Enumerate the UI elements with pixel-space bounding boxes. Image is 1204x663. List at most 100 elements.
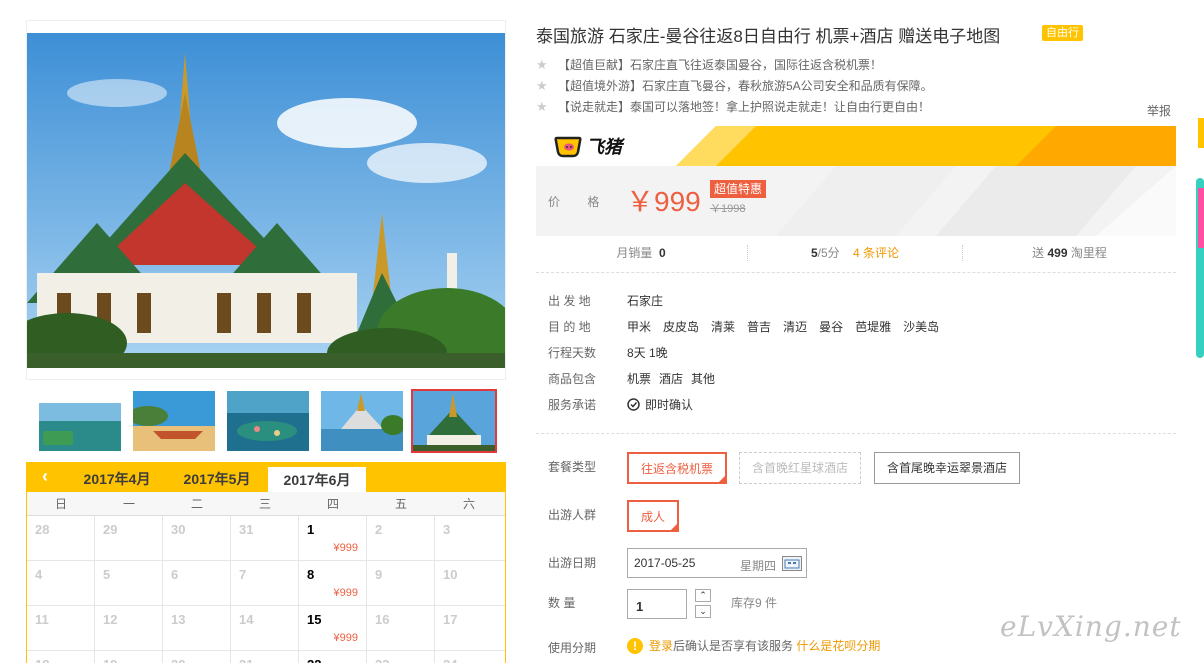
quantity-decrease-icon[interactable]: ⌄ (695, 605, 711, 618)
fliggy-logo: 飞猪 (554, 133, 622, 159)
calendar-day-cell[interactable]: 22¥999 (299, 651, 367, 663)
report-link[interactable]: 举报 (1147, 102, 1171, 119)
calendar-day-number: 18 (35, 657, 49, 663)
price-label: 价 格 (548, 195, 612, 209)
calendar-day-number: 21 (239, 657, 253, 663)
calendar-day-cell: 20 (163, 651, 231, 663)
calendar-day-number: 29 (103, 522, 118, 537)
thumbnail-3[interactable] (225, 389, 311, 453)
calendar-day-number: 31 (239, 522, 254, 537)
calendar-day-number: 4 (35, 567, 43, 582)
what-is-installment-link[interactable]: 什么是花呗分期 (796, 637, 880, 654)
brand-name: 飞猪 (586, 137, 622, 157)
calendar-day-number: 14 (239, 612, 254, 627)
calendar-day-cell: 29 (95, 516, 163, 561)
quantity-increase-icon[interactable]: ⌃ (695, 589, 711, 602)
travelers-label: 出游人群 (548, 508, 597, 522)
check-circle-icon (627, 398, 640, 411)
calendar-day-number: 22 (307, 657, 321, 663)
destination-item: 曼谷 (819, 320, 844, 334)
includes-item: 酒店 (659, 372, 684, 386)
calendar-month-tab-active[interactable]: 2017年6月 (267, 466, 367, 492)
thumbnail-1[interactable] (37, 389, 123, 453)
calendar-day-number: 13 (171, 612, 186, 627)
star-icon: ★ (536, 57, 548, 72)
thumbnail-4[interactable] (319, 389, 405, 453)
quantity-input[interactable]: 1 (627, 589, 687, 619)
calendar-day-cell: 2 (367, 516, 435, 561)
product-title: 泰国旅游 石家庄-曼谷往返8日自由行 机票+酒店 赠送电子地图 (536, 27, 1001, 46)
calendar-day-cell: 21 (231, 651, 299, 663)
departure-value: 石家庄 (627, 294, 664, 308)
calendar-day-price: ¥999 (333, 632, 358, 644)
calendar-header: ‹ 2017年4月 2017年5月 2017年6月 (27, 462, 505, 492)
calendar-day-number: 5 (103, 567, 111, 582)
feature-item: ★ 【说走就走】泰国可以落地签！拿上护照说走就走！让自由行更自由！ (536, 98, 930, 115)
feature-text: 【超值巨献】石家庄直飞往返泰国曼谷，国际往返含税机票！ (558, 58, 883, 72)
calendar-prev-icon[interactable]: ‹ (37, 466, 53, 486)
weekday-label: 三 (258, 497, 271, 511)
travelers-option-adult[interactable]: 成人 (627, 500, 680, 532)
calendar-day-cell[interactable]: 1 ¥999 (299, 516, 367, 561)
calendar-day-cell[interactable]: 15 ¥999 (299, 606, 367, 651)
calendar-day-number: 20 (171, 657, 185, 663)
calendar-day-cell: 24 (435, 651, 505, 663)
brand-banner (536, 126, 1176, 166)
calendar-day-number: 9 (375, 567, 383, 582)
calendar-day-cell: 9 (367, 561, 435, 606)
calendar-day-cell: 12 (95, 606, 163, 651)
installment-notice: ! 登录 后确认是否享有该服务 什么是花呗分期 (627, 637, 880, 654)
calendar-day-cell[interactable]: 8 ¥999 (299, 561, 367, 606)
miles-value: 499 (1047, 246, 1068, 260)
calendar-day-cell: 4 (27, 561, 95, 606)
includes-item: 其他 (691, 372, 716, 386)
reviews-link[interactable]: 4 条评论 (853, 246, 899, 260)
travel-date-weekday: 星期四 (740, 559, 777, 573)
calendar-day-number: 7 (239, 567, 247, 582)
calendar-month-tab[interactable]: 2017年4月 (67, 466, 167, 492)
calendar-day-cell: 18 (27, 651, 95, 663)
quantity-label: 数 量 (548, 596, 576, 610)
side-widget-edge[interactable] (1196, 118, 1204, 368)
warning-icon: ! (627, 637, 643, 654)
calendar-day-number: 30 (171, 522, 186, 537)
travel-date-label: 出游日期 (548, 556, 597, 570)
thumbnail-5[interactable] (411, 389, 497, 453)
destination-item: 清莱 (711, 320, 736, 334)
calendar-day-number: 6 (171, 567, 179, 582)
package-option-flight[interactable]: 往返含税机票 (627, 452, 728, 484)
travel-date-field[interactable]: 2017-05-25 星期四 (627, 548, 807, 578)
weekday-label: 六 (462, 497, 475, 511)
calendar-day-cell: 5 (95, 561, 163, 606)
special-offer-badge: 超值特惠 (710, 180, 767, 198)
calendar-month-tab[interactable]: 2017年5月 (167, 466, 267, 492)
package-option-hotel-red-star[interactable]: 含首晚红星球酒店 (739, 452, 862, 484)
calendar-day-number: 3 (443, 522, 451, 537)
calendar-day-cell: 19 (95, 651, 163, 663)
thumbnail-2[interactable] (131, 389, 217, 453)
destination-list: 甲米 皮皮岛 清莱 普吉 清迈 曼谷 芭堤雅 沙美岛 (627, 318, 951, 335)
miles-prefix: 送 (1032, 246, 1045, 260)
duration-value: 8天 1晚 (627, 346, 668, 360)
calendar-day-cell: 3 (435, 516, 505, 561)
weekday-label: 一 (122, 497, 135, 511)
calendar-day-cell: 6 (163, 561, 231, 606)
monthly-sales-value: 0 (659, 246, 666, 260)
calendar-day-price: ¥999 (333, 587, 358, 599)
calendar-day-price: ¥999 (333, 542, 358, 554)
feature-item: ★ 【超值巨献】石家庄直飞往返泰国曼谷，国际往返含税机票！ (536, 56, 882, 73)
feature-item: ★ 【超值境外游】石家庄直飞曼谷，春秋旅游5A公司安全和品质有保障。 (536, 77, 933, 94)
calendar-day-cell: 11 (27, 606, 95, 651)
includes-item: 机票 (627, 372, 652, 386)
service-label: 服务承诺 (548, 398, 597, 412)
stats-bar: 月销量 0 5/5分 4 条评论 送 499 淘里程 (536, 242, 1176, 264)
feature-text: 【超值境外游】石家庄直飞曼谷，春秋旅游5A公司安全和品质有保障。 (558, 79, 933, 93)
package-option-hotel-lucky[interactable]: 含首尾晚幸运翠景酒店 (874, 452, 1021, 484)
includes-label: 商品包含 (548, 372, 597, 386)
installment-text: 后确认是否享有该服务 (673, 639, 794, 653)
miles-reward: 送 499 淘里程 (963, 242, 1176, 264)
installment-label: 使用分期 (548, 641, 597, 655)
calendar-day-number: 11 (35, 612, 49, 627)
login-link[interactable]: 登录 (649, 637, 673, 654)
calendar-icon[interactable] (782, 556, 802, 571)
